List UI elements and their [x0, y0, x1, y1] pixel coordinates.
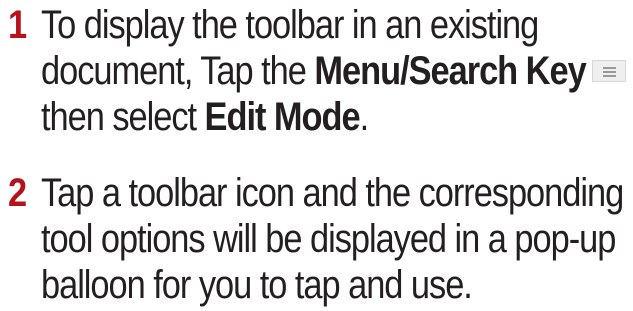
instruction-steps: 1 To display the toolbar in an existing … — [0, 0, 633, 311]
step-text: document, Tap the — [41, 49, 315, 93]
step-text: then select — [41, 95, 205, 139]
menu-search-key-label: Menu/Search Key — [314, 49, 586, 93]
step-text-line: To display the toolbar in an existing — [41, 3, 539, 47]
step-text-line: Tap a toolbar icon and the corresponding — [41, 171, 624, 215]
step-text-line: document, Tap the Menu/Search Key — [41, 48, 587, 94]
step-text: . — [359, 95, 370, 139]
step-number: 2 — [8, 171, 28, 215]
step-text-line: balloon for you to tap and use. — [41, 263, 473, 307]
menu-lines-icon — [592, 60, 626, 82]
step-text-line: then select Edit Mode. — [41, 94, 370, 140]
edit-mode-label: Edit Mode — [204, 95, 361, 139]
step-text-line: tool options will be displayed in a pop-… — [41, 217, 616, 261]
step-number: 1 — [8, 3, 28, 47]
